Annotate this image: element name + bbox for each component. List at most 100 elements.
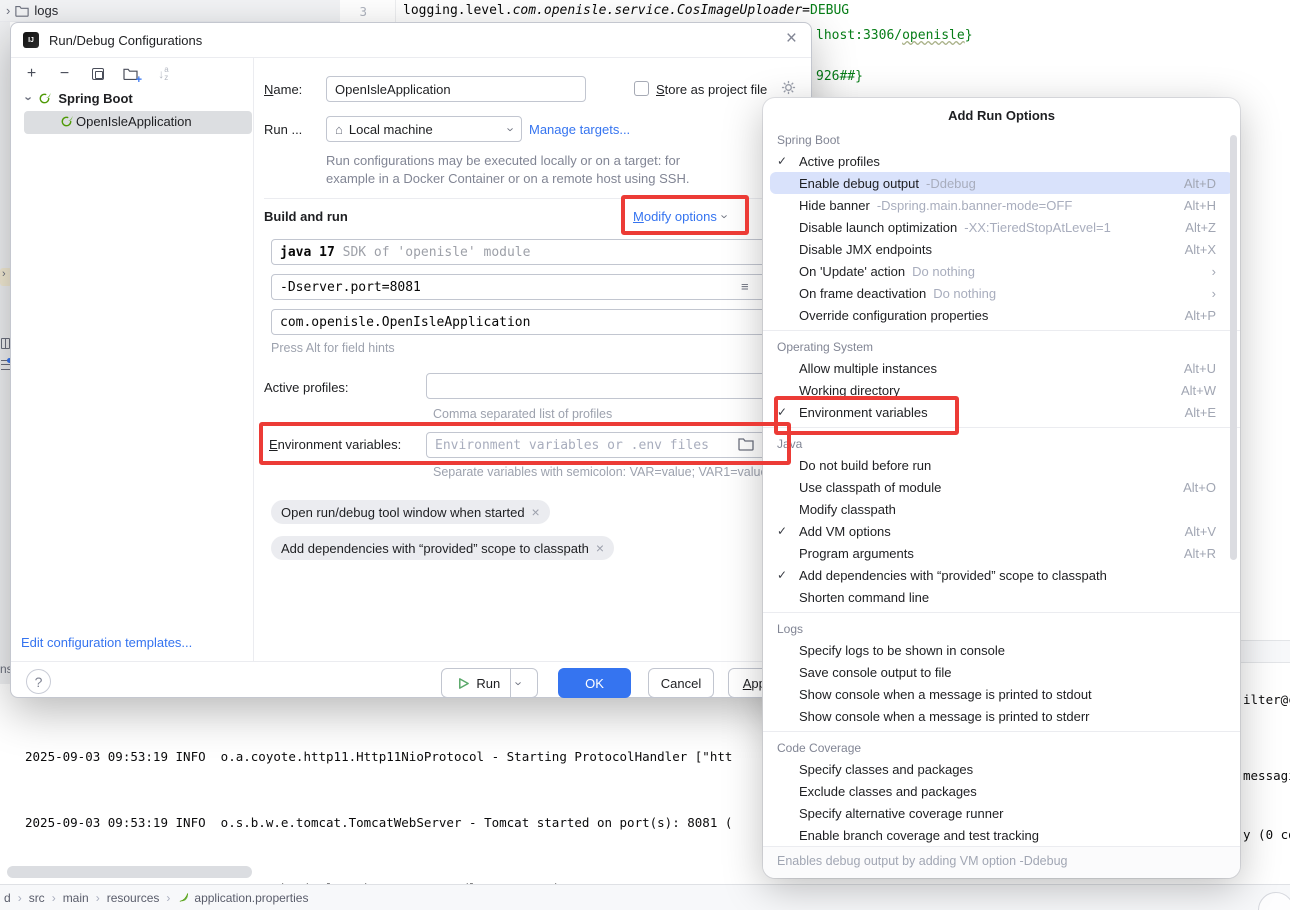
option-tag-provided-scope[interactable]: Add dependencies with “provided” scope t…: [271, 536, 614, 560]
add-configuration-button[interactable]: +: [23, 65, 40, 82]
alt-hint: Press Alt for field hints: [271, 341, 395, 355]
menu-item-override-configuration-properties[interactable]: Override configuration propertiesAlt+P: [763, 304, 1240, 326]
ok-button[interactable]: OK: [558, 668, 631, 698]
tree-group-label: Spring Boot: [58, 91, 132, 106]
sort-configurations-button[interactable]: ↓az: [155, 65, 172, 82]
menu-item-on-update-action[interactable]: On 'Update' actionDo nothing›: [763, 260, 1240, 282]
help-button[interactable]: ?: [26, 669, 51, 694]
manage-targets-link[interactable]: Manage targets...: [529, 122, 630, 137]
menu-item-modify-classpath[interactable]: Modify classpath: [763, 498, 1240, 520]
name-input[interactable]: [326, 76, 586, 102]
close-icon[interactable]: ×: [786, 28, 797, 50]
copy-configuration-button[interactable]: [89, 65, 106, 82]
tree-toolbar: + − + ↓az: [23, 65, 172, 82]
editor-fragment-2: 926##}: [816, 69, 863, 84]
active-profiles-label: Active profiles:: [264, 380, 349, 395]
vm-options-field[interactable]: -Dserver.port=8081: [271, 274, 801, 300]
menu-item-on-frame-deactivation[interactable]: On frame deactivationDo nothing›: [763, 282, 1240, 304]
run-on-label: Run ...: [264, 122, 302, 137]
horizontal-scrollbar[interactable]: [7, 866, 252, 878]
chevron-right-icon[interactable]: ›: [0, 268, 10, 286]
remove-configuration-button[interactable]: −: [56, 65, 73, 82]
breadcrumb-item[interactable]: resources: [107, 891, 178, 905]
gear-icon[interactable]: [781, 80, 796, 95]
panel-divider: [253, 58, 254, 661]
checkmark-icon: [777, 405, 799, 419]
menu-item-show-console-stderr[interactable]: Show console when a message is printed t…: [763, 705, 1240, 727]
menu-item-add-vm-options[interactable]: Add VM optionsAlt+V: [763, 520, 1240, 542]
menu-item-show-console-stdout[interactable]: Show console when a message is printed t…: [763, 683, 1240, 705]
env-hint: Separate variables with semicolon: VAR=v…: [433, 465, 767, 479]
run-target-select[interactable]: ⌂ Local machine ›: [326, 116, 522, 142]
menu-item-specify-classes-packages[interactable]: Specify classes and packages: [763, 758, 1240, 780]
plus-icon: +: [136, 74, 142, 86]
intellij-logo: IJ: [23, 32, 39, 48]
menu-item-working-directory[interactable]: Working directoryAlt+W: [763, 379, 1240, 401]
menu-item-environment-variables[interactable]: Environment variablesAlt+E: [763, 401, 1240, 423]
breadcrumb-item[interactable]: main: [63, 891, 107, 905]
main-class-field[interactable]: com.openisle.OpenIsleApplication: [271, 309, 801, 335]
menu-item-hide-banner[interactable]: Hide banner-Dspring.main.banner-mode=OFF…: [763, 194, 1240, 216]
tree-item-openisleapplication[interactable]: OpenIsleApplication: [59, 114, 192, 129]
build-and-run-label: Build and run: [264, 209, 348, 224]
store-as-project-file-checkbox[interactable]: [634, 81, 649, 96]
breadcrumb-item-file[interactable]: application.properties: [177, 891, 308, 905]
environment-variables-label: Environment variables:: [269, 437, 401, 452]
menu-item-specify-alternative-coverage-runner[interactable]: Specify alternative coverage runner: [763, 802, 1240, 824]
menu-item-use-classpath-of-module[interactable]: Use classpath of moduleAlt+O: [763, 476, 1240, 498]
jre-field[interactable]: java 17 SDK of 'openisle' module: [271, 239, 801, 265]
menu-item-exclude-classes-packages[interactable]: Exclude classes and packages: [763, 780, 1240, 802]
menu-item-save-console-output[interactable]: Save console output to file: [763, 661, 1240, 683]
console-fragment: messagi: [1243, 768, 1290, 783]
section-label: Code Coverage: [763, 736, 1240, 758]
tree-group-spring-boot[interactable]: › Spring Boot: [27, 91, 133, 106]
checkmark-icon: [777, 524, 799, 538]
browse-folder-icon[interactable]: [738, 436, 754, 451]
menu-item-enable-branch-coverage[interactable]: Enable branch coverage and test tracking: [763, 824, 1240, 846]
menu-separator: [763, 330, 1240, 331]
breadcrumb-item[interactable]: d: [4, 891, 29, 905]
edit-configuration-templates-link[interactable]: Edit configuration templates...: [21, 635, 192, 650]
run-console[interactable]: 2025-09-03 09:53:19 INFO o.a.coyote.http…: [25, 702, 732, 910]
project-tree-row-logs[interactable]: › logs: [0, 0, 340, 22]
expand-field-icon[interactable]: ≡: [741, 279, 749, 294]
menu-item-allow-multiple-instances[interactable]: Allow multiple instancesAlt+U: [763, 357, 1240, 379]
modify-options-link[interactable]: Modify options ›: [633, 209, 727, 224]
project-item-label: logs: [34, 3, 58, 18]
menu-item-add-dependencies-provided-scope[interactable]: Add dependencies with “provided” scope t…: [763, 564, 1240, 586]
option-tag-open-tool-window[interactable]: Open run/debug tool window when started×: [271, 500, 550, 524]
chevron-down-icon[interactable]: ›: [512, 681, 527, 685]
editor-fragment-1: lhost:3306/openisle}: [816, 28, 973, 43]
menu-item-active-profiles[interactable]: Active profiles: [763, 150, 1240, 172]
new-folder-button[interactable]: +: [122, 65, 139, 82]
remove-tag-icon[interactable]: ×: [532, 504, 540, 520]
breadcrumb-item[interactable]: src: [29, 891, 63, 905]
remove-tag-icon[interactable]: ×: [596, 540, 604, 556]
cancel-button[interactable]: Cancel: [648, 668, 714, 698]
dialog-title: Run/Debug Configurations: [49, 33, 202, 48]
chevron-right-icon: ›: [6, 3, 10, 18]
section-label: Logs: [763, 617, 1240, 639]
line-number: 3: [347, 4, 367, 19]
menu-item-enable-debug-output[interactable]: Enable debug output-DdebugAlt+D: [770, 172, 1233, 194]
menu-item-shorten-command-line[interactable]: Shorten command line: [763, 586, 1240, 608]
section-label: Operating System: [763, 335, 1240, 357]
submenu-arrow-icon: ›: [1212, 264, 1216, 279]
menu-item-do-not-build-before-run[interactable]: Do not build before run: [763, 454, 1240, 476]
section-label: Spring Boot: [763, 128, 1240, 150]
checkmark-icon: [777, 568, 799, 582]
run-button[interactable]: Run ›: [441, 668, 538, 698]
active-profiles-input[interactable]: [426, 373, 801, 399]
popup-scrollbar[interactable]: [1230, 135, 1237, 560]
menu-item-disable-launch-optimization[interactable]: Disable launch optimization-XX:TieredSto…: [763, 216, 1240, 238]
editor-code-line[interactable]: logging.level.com.openisle.service.CosIm…: [403, 3, 849, 18]
console-fragment: ilter@c: [1243, 692, 1290, 707]
console-line: 2025-09-03 09:53:19 INFO o.a.coyote.http…: [25, 746, 732, 768]
menu-item-program-arguments[interactable]: Program argumentsAlt+R: [763, 542, 1240, 564]
book-icon[interactable]: [1, 338, 10, 349]
notifications-icon[interactable]: [1, 360, 10, 370]
home-icon: ⌂: [335, 122, 343, 137]
menu-item-specify-logs-console[interactable]: Specify logs to be shown in console: [763, 639, 1240, 661]
menu-item-disable-jmx-endpoints[interactable]: Disable JMX endpointsAlt+X: [763, 238, 1240, 260]
dialog-titlebar: IJ Run/Debug Configurations: [11, 23, 811, 58]
